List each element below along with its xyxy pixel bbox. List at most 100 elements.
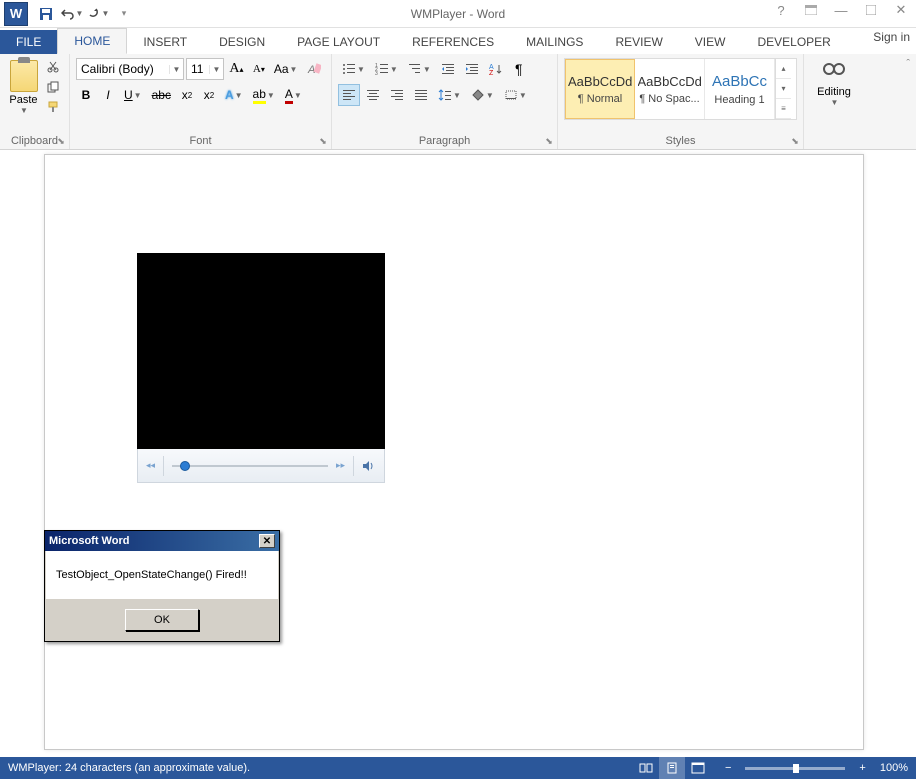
zoom-level[interactable]: 100% bbox=[880, 762, 908, 774]
text-effects-button[interactable]: A▼ bbox=[221, 84, 247, 106]
qat-customize[interactable]: ▾ bbox=[112, 3, 136, 25]
line-spacing-button[interactable]: ▼ bbox=[434, 84, 465, 106]
ok-button[interactable]: OK bbox=[125, 609, 199, 631]
paragraph-launcher[interactable]: ⬊ bbox=[543, 135, 555, 147]
redo-button[interactable]: ▼ bbox=[86, 3, 110, 25]
tab-review[interactable]: REVIEW bbox=[599, 30, 678, 54]
show-marks-button[interactable]: ¶ bbox=[509, 58, 529, 80]
dialog-close-button[interactable]: ✕ bbox=[259, 534, 275, 548]
tab-references[interactable]: REFERENCES bbox=[396, 30, 510, 54]
clear-formatting-button[interactable]: A bbox=[302, 58, 325, 80]
ribbon: Paste ▼ Clipboard ⬊ ▼ ▼ A▴ A▾ Aa▼ A B bbox=[0, 54, 916, 150]
sort-button[interactable]: AZ bbox=[485, 58, 507, 80]
styles-launcher[interactable]: ⬊ bbox=[789, 135, 801, 147]
ribbon-display-button[interactable] bbox=[796, 0, 826, 20]
dialog-titlebar[interactable]: Microsoft Word ✕ bbox=[45, 531, 279, 551]
numbering-button[interactable]: 123▼ bbox=[371, 58, 402, 80]
style-heading1[interactable]: AaBbCc Heading 1 bbox=[705, 59, 775, 119]
font-size-dropdown[interactable]: ▼ bbox=[209, 65, 223, 74]
tab-developer[interactable]: DEVELOPER bbox=[741, 30, 846, 54]
minimize-button[interactable]: — bbox=[826, 0, 856, 20]
zoom-out-button[interactable]: − bbox=[721, 762, 735, 774]
collapse-ribbon[interactable]: ˆ bbox=[906, 58, 910, 70]
svg-text:Z: Z bbox=[489, 70, 494, 75]
tab-insert[interactable]: INSERT bbox=[127, 30, 203, 54]
bullets-button[interactable]: ▼ bbox=[338, 58, 369, 80]
gallery-down[interactable]: ▾ bbox=[776, 79, 791, 99]
bold-button[interactable]: B bbox=[76, 84, 96, 106]
save-button[interactable] bbox=[34, 3, 58, 25]
format-painter-button[interactable] bbox=[43, 98, 63, 116]
dialog-message: TestObject_OpenStateChange() Fired!! bbox=[45, 551, 279, 599]
gallery-more[interactable]: ≡ bbox=[776, 99, 791, 119]
style-no-spacing[interactable]: AaBbCcDd ¶ No Spac... bbox=[635, 59, 705, 119]
web-layout-button[interactable] bbox=[685, 757, 711, 779]
font-launcher[interactable]: ⬊ bbox=[317, 135, 329, 147]
sign-in-link[interactable]: Sign in bbox=[873, 30, 910, 44]
italic-button[interactable]: I bbox=[98, 84, 118, 106]
seek-slider[interactable] bbox=[172, 465, 328, 467]
style-preview: AaBbCc bbox=[708, 73, 772, 90]
highlight-button[interactable]: ab▼ bbox=[249, 84, 279, 106]
shrink-font-button[interactable]: A▾ bbox=[249, 58, 269, 80]
editing-button[interactable]: Editing ▼ bbox=[810, 58, 858, 124]
undo-button[interactable]: ▼ bbox=[60, 3, 84, 25]
font-name-combo[interactable]: ▼ bbox=[76, 58, 184, 80]
strikethrough-button[interactable]: abc bbox=[148, 84, 175, 106]
gallery-up[interactable]: ▴ bbox=[776, 59, 791, 79]
justify-button[interactable] bbox=[410, 84, 432, 106]
font-size-combo[interactable]: ▼ bbox=[186, 58, 224, 80]
paste-button[interactable]: Paste ▼ bbox=[6, 58, 41, 124]
document-area: ◂◂ ▸▸ Microsoft Word ✕ TestObject_OpenSt… bbox=[0, 150, 916, 757]
zoom-slider[interactable] bbox=[745, 767, 845, 770]
cut-button[interactable] bbox=[43, 58, 63, 76]
maximize-button[interactable] bbox=[856, 0, 886, 20]
print-layout-button[interactable] bbox=[659, 757, 685, 779]
style-normal[interactable]: AaBbCcDd ¶ Normal bbox=[565, 59, 635, 119]
font-name-input[interactable] bbox=[77, 62, 169, 76]
next-track-icon[interactable]: ▸▸ bbox=[336, 460, 345, 471]
separator bbox=[353, 456, 354, 476]
styles-label: Styles bbox=[558, 134, 803, 147]
tab-page-layout[interactable]: PAGE LAYOUT bbox=[281, 30, 396, 54]
align-left-button[interactable] bbox=[338, 84, 360, 106]
status-bar: WMPlayer: 24 characters (an approximate … bbox=[0, 757, 916, 779]
tab-mailings[interactable]: MAILINGS bbox=[510, 30, 599, 54]
font-name-dropdown[interactable]: ▼ bbox=[169, 65, 183, 74]
multilevel-list-button[interactable]: ▼ bbox=[404, 58, 435, 80]
help-button[interactable]: ? bbox=[766, 0, 796, 20]
zoom-thumb[interactable] bbox=[793, 764, 799, 773]
styles-gallery: AaBbCcDd ¶ Normal AaBbCcDd ¶ No Spac... … bbox=[564, 58, 797, 120]
seek-thumb[interactable] bbox=[180, 461, 190, 471]
status-text[interactable]: WMPlayer: 24 characters (an approximate … bbox=[8, 762, 250, 774]
change-case-button[interactable]: Aa▼ bbox=[271, 58, 301, 80]
decrease-indent-button[interactable] bbox=[437, 58, 459, 80]
prev-track-icon[interactable]: ◂◂ bbox=[146, 460, 155, 471]
speaker-icon[interactable] bbox=[362, 459, 376, 473]
clipboard-launcher[interactable]: ⬊ bbox=[55, 135, 67, 147]
tab-view[interactable]: VIEW bbox=[679, 30, 742, 54]
tab-file[interactable]: FILE bbox=[0, 30, 57, 54]
shading-button[interactable]: ▼ bbox=[467, 84, 498, 106]
paste-icon bbox=[10, 60, 38, 92]
increase-indent-button[interactable] bbox=[461, 58, 483, 80]
grow-font-button[interactable]: A▴ bbox=[226, 58, 247, 80]
tab-design[interactable]: DESIGN bbox=[203, 30, 281, 54]
document-page[interactable]: ◂◂ ▸▸ bbox=[44, 154, 864, 750]
close-button[interactable]: ✕ bbox=[886, 0, 916, 20]
align-right-button[interactable] bbox=[386, 84, 408, 106]
superscript-button[interactable]: x2 bbox=[199, 84, 219, 106]
underline-button[interactable]: U▼ bbox=[120, 84, 146, 106]
font-size-input[interactable] bbox=[187, 62, 209, 76]
align-center-button[interactable] bbox=[362, 84, 384, 106]
borders-button[interactable]: ▼ bbox=[500, 84, 531, 106]
copy-button[interactable] bbox=[43, 78, 63, 96]
zoom-in-button[interactable]: + bbox=[855, 762, 869, 774]
video-surface[interactable] bbox=[137, 253, 385, 449]
subscript-button[interactable]: x2 bbox=[177, 84, 197, 106]
tab-home[interactable]: HOME bbox=[57, 28, 127, 54]
read-mode-button[interactable] bbox=[633, 757, 659, 779]
group-styles: AaBbCcDd ¶ Normal AaBbCcDd ¶ No Spac... … bbox=[558, 54, 804, 149]
ribbon-tabs: FILE HOME INSERT DESIGN PAGE LAYOUT REFE… bbox=[0, 28, 916, 54]
font-color-button[interactable]: A▼ bbox=[281, 84, 306, 106]
